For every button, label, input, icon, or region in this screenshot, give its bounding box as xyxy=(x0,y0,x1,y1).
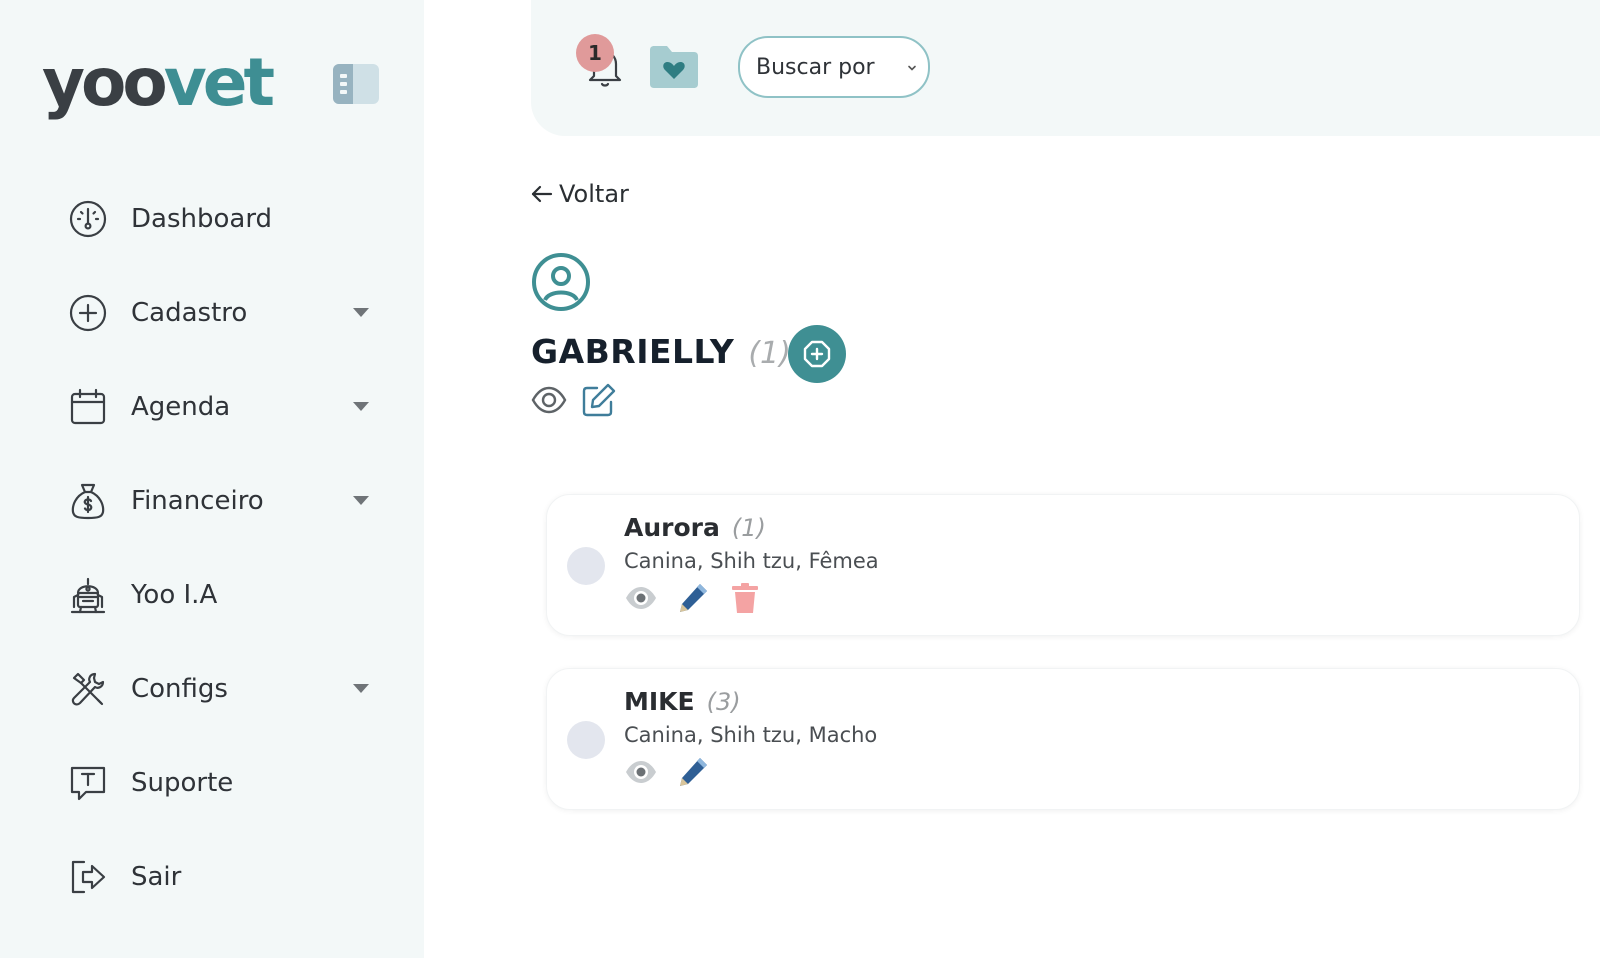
search-by-select[interactable]: Buscar por xyxy=(738,36,930,98)
money-bag-icon xyxy=(68,481,108,521)
sidebar-item-label: Financeiro xyxy=(131,486,264,516)
dashboard-gauge-icon xyxy=(68,199,108,239)
pet-title: Aurora (1) xyxy=(624,513,766,542)
favorites-folder-button[interactable] xyxy=(648,44,700,90)
support-chat-icon xyxy=(68,763,108,803)
chevron-down-icon[interactable] xyxy=(353,496,369,505)
logo-part-vet: vet xyxy=(163,44,275,121)
sidebar-item-dashboard[interactable]: Dashboard xyxy=(0,172,424,266)
client-pet-count: (1) xyxy=(748,336,791,371)
notification-badge: 1 xyxy=(576,34,614,72)
pet-count: (3) xyxy=(706,688,741,716)
logo-part-yoo: yoo xyxy=(42,44,168,121)
view-pet-button[interactable] xyxy=(624,755,658,789)
sidebar-item-label: Suporte xyxy=(131,768,234,798)
sidebar-nav: Dashboard Cadastro Agenda Financeiro Yoo… xyxy=(0,172,424,924)
trash-icon xyxy=(732,583,758,613)
edit-client-button[interactable] xyxy=(581,382,617,418)
sidebar-item-configs[interactable]: Configs xyxy=(0,642,424,736)
pet-description: Canina, Shih tzu, Macho xyxy=(624,723,878,747)
sidebar-item-label: Agenda xyxy=(131,392,231,422)
toggle-icon-line xyxy=(340,90,347,94)
logout-icon xyxy=(68,857,108,897)
heart-folder-icon xyxy=(650,46,698,88)
pet-name: Aurora xyxy=(624,513,720,542)
eye-icon xyxy=(626,761,656,783)
chevron-down-icon[interactable] xyxy=(353,684,369,693)
pencil-icon xyxy=(680,584,707,612)
view-client-button[interactable] xyxy=(531,382,567,418)
eye-icon xyxy=(531,386,567,414)
top-bar: 1 Buscar por xyxy=(531,0,1600,136)
client-avatar xyxy=(531,252,591,312)
robot-icon xyxy=(68,575,108,615)
pencil-icon xyxy=(680,758,707,786)
edit-square-icon xyxy=(582,383,616,417)
app-root: yoo vet Dashboard Cadastro Agenda Financ… xyxy=(0,0,1600,958)
sidebar-item-cadastro[interactable]: Cadastro xyxy=(0,266,424,360)
pet-avatar xyxy=(567,721,605,759)
client-actions xyxy=(531,382,617,418)
sidebar-item-yoo-ia[interactable]: Yoo I.A xyxy=(0,548,424,642)
sidebar-item-label: Cadastro xyxy=(131,298,248,328)
yoovet-logo[interactable]: yoo vet xyxy=(42,44,275,121)
pet-title: MIKE (3) xyxy=(624,687,741,716)
tools-icon xyxy=(68,669,108,709)
sidebar: yoo vet Dashboard Cadastro Agenda Financ… xyxy=(0,0,424,958)
client-name: GABRIELLY xyxy=(531,332,735,371)
pet-card-mike: MIKE (3) Canina, Shih tzu, Macho xyxy=(546,668,1580,810)
pet-avatar xyxy=(567,547,605,585)
user-circle-icon xyxy=(532,253,590,311)
calendar-icon xyxy=(68,387,108,427)
pet-card-aurora: Aurora (1) Canina, Shih tzu, Fêmea xyxy=(546,494,1580,636)
sidebar-item-agenda[interactable]: Agenda xyxy=(0,360,424,454)
plus-octagon-icon xyxy=(803,340,831,368)
back-label: Voltar xyxy=(559,180,629,208)
notifications-button[interactable]: 1 xyxy=(576,34,626,90)
plus-circle-icon xyxy=(68,293,108,333)
view-pet-button[interactable] xyxy=(624,581,658,615)
add-pet-button[interactable] xyxy=(788,325,846,383)
chevron-down-icon xyxy=(908,65,916,71)
delete-pet-button[interactable] xyxy=(728,581,762,615)
pet-count: (1) xyxy=(731,514,766,542)
sidebar-toggle-button[interactable] xyxy=(333,64,379,104)
eye-icon xyxy=(626,587,656,609)
sidebar-item-label: Dashboard xyxy=(131,204,273,234)
sidebar-item-suporte[interactable]: Suporte xyxy=(0,736,424,830)
sidebar-item-label: Configs xyxy=(131,674,228,704)
toggle-icon-line xyxy=(340,74,347,78)
sidebar-item-financeiro[interactable]: Financeiro xyxy=(0,454,424,548)
toggle-icon-line xyxy=(340,82,347,86)
search-by-value: Buscar por xyxy=(756,54,875,80)
pet-actions xyxy=(624,755,710,789)
chevron-down-icon[interactable] xyxy=(353,402,369,411)
chevron-down-icon[interactable] xyxy=(353,308,369,317)
sidebar-item-label: Yoo I.A xyxy=(131,580,218,610)
edit-pet-button[interactable] xyxy=(676,755,710,789)
sidebar-item-sair[interactable]: Sair xyxy=(0,830,424,924)
pet-description: Canina, Shih tzu, Fêmea xyxy=(624,549,879,573)
back-link[interactable]: Voltar xyxy=(530,180,629,208)
sidebar-item-label: Sair xyxy=(131,862,182,892)
edit-pet-button[interactable] xyxy=(676,581,710,615)
client-heading: GABRIELLY (1) xyxy=(531,332,791,371)
pet-name: MIKE xyxy=(624,687,695,716)
pet-actions xyxy=(624,581,762,615)
arrow-left-icon xyxy=(531,185,553,203)
